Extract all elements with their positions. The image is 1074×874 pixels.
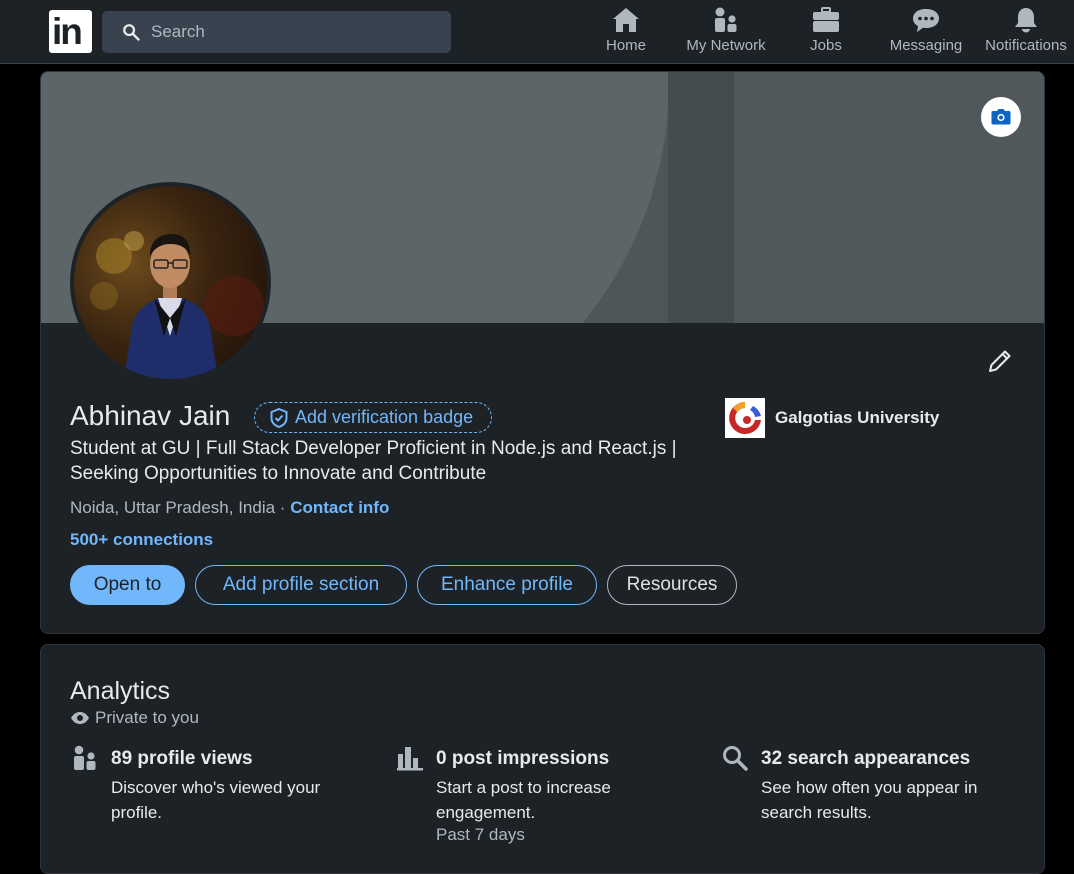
eye-icon — [71, 712, 89, 724]
nav-label: My Network — [686, 37, 766, 54]
nav-label: Notifications — [985, 37, 1067, 54]
nav-jobs[interactable]: Jobs — [776, 7, 876, 59]
profile-photo[interactable] — [70, 182, 271, 383]
privacy-label: Private to you — [95, 708, 199, 727]
search-input[interactable] — [151, 11, 441, 53]
contact-info-link[interactable]: Contact info — [290, 498, 389, 517]
chat-icon — [913, 9, 939, 32]
banner-shape — [668, 72, 734, 323]
stat-description: Start a post to increase engagement. — [436, 778, 611, 822]
nav-label: Home — [605, 37, 646, 54]
linkedin-logo[interactable]: in — [49, 10, 92, 53]
edit-banner-button[interactable] — [981, 97, 1021, 137]
search-icon — [123, 24, 140, 41]
stat-description: Discover who's viewed your profile. — [111, 778, 321, 822]
analytics-privacy: Private to you — [70, 708, 199, 728]
nav-my-network[interactable]: My Network — [676, 7, 776, 59]
verify-label: Add verification badge — [295, 407, 474, 427]
nav-messaging[interactable]: Messaging — [876, 7, 976, 59]
resources-button[interactable]: Resources — [607, 565, 737, 605]
profile-location: Noida, Uttar Pradesh, India · Contact in… — [70, 498, 389, 518]
enhance-profile-button[interactable]: Enhance profile — [417, 565, 597, 605]
bar-chart-icon — [397, 747, 423, 771]
university-name: Galgotias University — [775, 408, 940, 427]
profile-card: Abhinav Jain Add verification badge Stud… — [40, 71, 1045, 634]
university-logo — [725, 398, 765, 438]
nav-label: Messaging — [889, 37, 963, 54]
home-icon — [613, 8, 639, 32]
location-text: Noida, Uttar Pradesh, India · — [70, 498, 286, 517]
camera-icon — [991, 109, 1011, 125]
add-verification-badge-button[interactable]: Add verification badge — [254, 402, 492, 433]
top-nav: in Home My Network Jobs Messaging Notifi… — [0, 0, 1074, 64]
profile-headline: Student at GU | Full Stack Developer Pro… — [70, 438, 677, 484]
analytics-card: Analytics Private to you 89 profile view… — [40, 644, 1045, 874]
person-photo-icon — [90, 231, 264, 379]
edit-intro-button[interactable] — [987, 348, 1013, 379]
stat-title: 89 profile views — [111, 748, 253, 769]
stat-title: 0 post impressions — [436, 748, 610, 769]
search-bar[interactable] — [102, 11, 451, 53]
analytics-title: Analytics — [70, 677, 171, 705]
stat-period: Past 7 days — [436, 825, 525, 844]
open-to-button[interactable]: Open to — [70, 565, 185, 605]
briefcase-icon — [813, 7, 839, 32]
shield-check-icon — [270, 408, 288, 428]
connections-link[interactable]: 500+ connections — [70, 530, 213, 550]
search-icon — [723, 746, 748, 771]
nav-home[interactable]: Home — [576, 7, 676, 59]
people-icon — [715, 7, 737, 32]
stat-description: See how often you appear in search resul… — [761, 778, 978, 822]
bell-icon — [1015, 8, 1037, 33]
add-profile-section-button[interactable]: Add profile section — [195, 565, 407, 605]
stat-title: 32 search appearances — [761, 748, 971, 769]
galgotias-logo-icon — [729, 402, 761, 434]
profile-name: Abhinav Jain — [70, 400, 231, 431]
pencil-icon — [989, 350, 1011, 372]
nav-label: Jobs — [810, 37, 842, 54]
people-icon — [74, 745, 96, 770]
nav-notifications[interactable]: Notifications — [976, 7, 1074, 59]
